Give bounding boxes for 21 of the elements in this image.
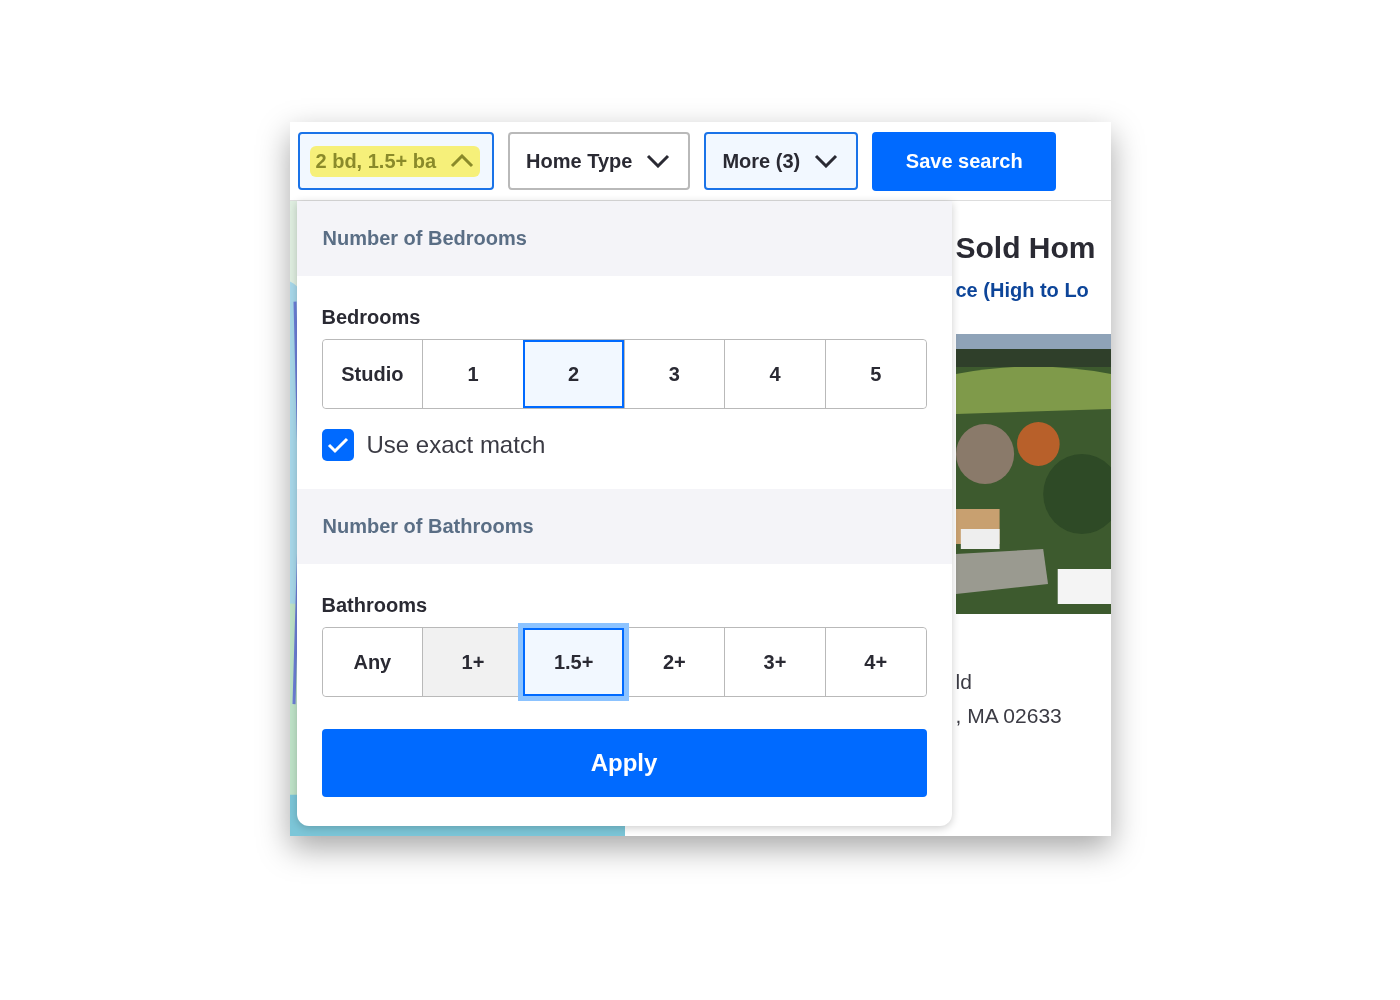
- checkbox[interactable]: [321, 429, 354, 461]
- listing-address: , MA 02633: [955, 704, 1063, 728]
- sort-link[interactable]: ce (High to Lo: [955, 279, 1111, 302]
- field-label: Bedrooms: [321, 306, 422, 329]
- caret-up-icon: [450, 154, 475, 168]
- filter-dropdown-button[interactable]: More (3): [704, 132, 859, 190]
- section-header: Number of Bathrooms: [296, 489, 952, 564]
- filter-dropdown-button[interactable]: Home Type: [508, 132, 691, 190]
- option-button[interactable]: 5: [824, 340, 926, 408]
- checkmark-icon: [326, 436, 349, 454]
- option-button[interactable]: 4+: [824, 628, 926, 696]
- checkbox-label[interactable]: Use exact match: [366, 431, 546, 459]
- caret-down-icon: [646, 154, 671, 168]
- field-label: Bathrooms: [321, 594, 429, 617]
- save-search-button[interactable]: Save search: [872, 131, 1057, 191]
- caret-down-icon: [814, 154, 839, 168]
- listing-status: ld: [955, 670, 973, 694]
- listing-heading: Sold Hom: [955, 231, 1097, 265]
- option-button[interactable]: 2: [522, 340, 624, 408]
- section-header: Number of Bedrooms: [296, 201, 952, 276]
- apply-button[interactable]: Apply: [321, 729, 927, 797]
